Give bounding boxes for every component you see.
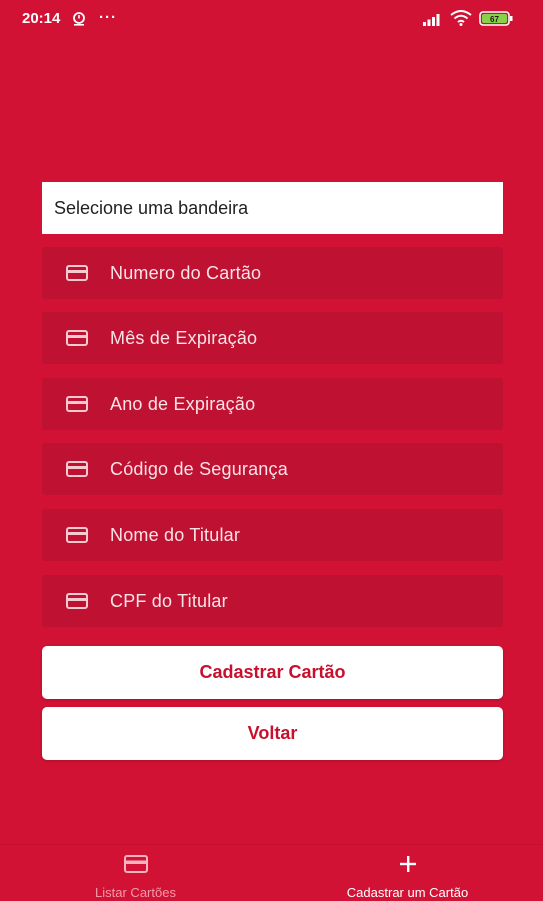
expiration-year-label: Ano de Expiração [110,393,256,414]
battery-icon: 67 [479,11,513,26]
security-code-field[interactable]: Código de Segurança [42,443,503,495]
holder-name-label: Nome do Titular [110,524,241,545]
status-time: 20:14 [22,10,61,27]
register-card-button[interactable]: Cadastrar Cartão [42,646,503,699]
expiration-year-field[interactable]: Ano de Expiração [42,378,503,430]
back-button[interactable]: Voltar [42,707,503,760]
card-icon [66,330,88,346]
card-icon [66,265,88,281]
expiration-month-field[interactable]: Mês de Expiração [42,312,503,364]
brand-select-label: Selecione uma bandeira [54,197,249,218]
plus-icon [399,856,416,872]
holder-cpf-field[interactable]: CPF do Titular [42,575,503,627]
tab-list-cards[interactable]: Listar Cartões [0,845,271,901]
holder-name-field[interactable]: Nome do Titular [42,509,503,561]
card-icon [66,461,88,477]
status-bar: 20:14 ··· 67 [0,0,543,40]
tab-list-cards-label: Listar Cartões [95,885,176,900]
signal-icon [423,14,440,26]
tab-register-card[interactable]: Cadastrar um Cartão [272,845,543,901]
wifi-icon [450,10,472,26]
bottom-tab-bar: Listar Cartões Cadastrar um Cartão [0,844,543,901]
card-number-label: Numero do Cartão [110,262,262,283]
alarm-icon [73,12,85,26]
card-icon [123,855,148,873]
tab-register-card-label: Cadastrar um Cartão [346,885,469,900]
card-icon [66,527,88,543]
battery-level: 67 [490,15,499,24]
brand-select[interactable]: Selecione uma bandeira [42,182,503,234]
more-notifications-icon: ··· [99,9,117,26]
card-icon [66,593,88,609]
security-code-label: Código de Segurança [110,458,288,479]
card-number-field[interactable]: Numero do Cartão [42,247,503,299]
holder-cpf-label: CPF do Titular [110,590,228,611]
expiration-month-label: Mês de Expiração [110,327,258,348]
card-icon [66,396,88,412]
